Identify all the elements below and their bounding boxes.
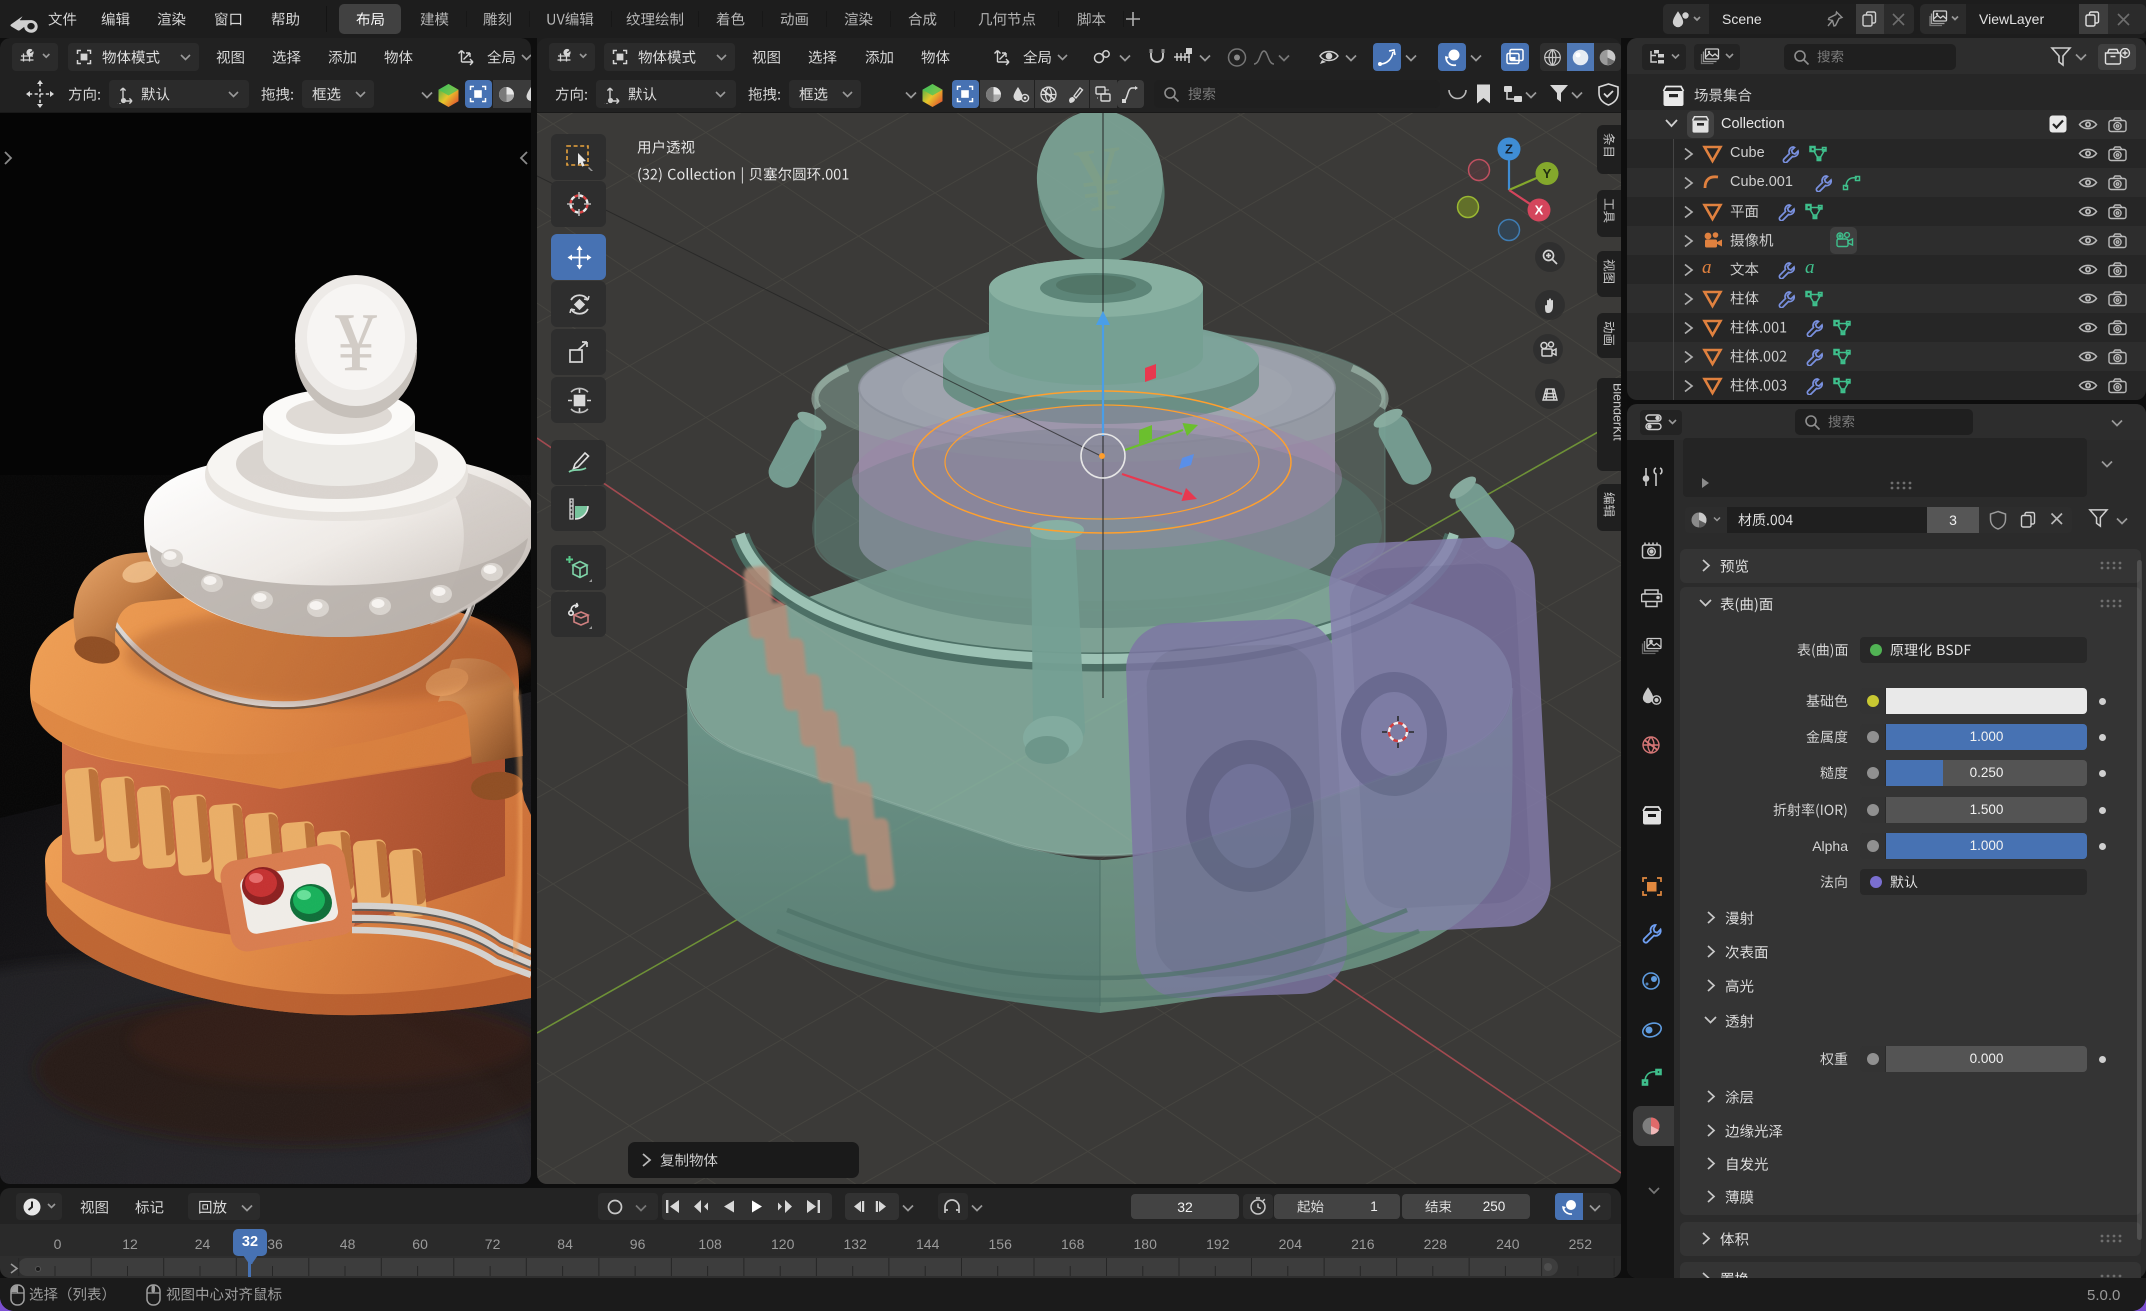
svg-text:Z: Z xyxy=(1505,142,1513,157)
svg-text:Y: Y xyxy=(1543,166,1552,181)
svg-text:BlenderKit: BlenderKit xyxy=(1611,383,1622,441)
svg-text:X: X xyxy=(1535,203,1544,218)
svg-text:¥: ¥ xyxy=(335,296,377,389)
